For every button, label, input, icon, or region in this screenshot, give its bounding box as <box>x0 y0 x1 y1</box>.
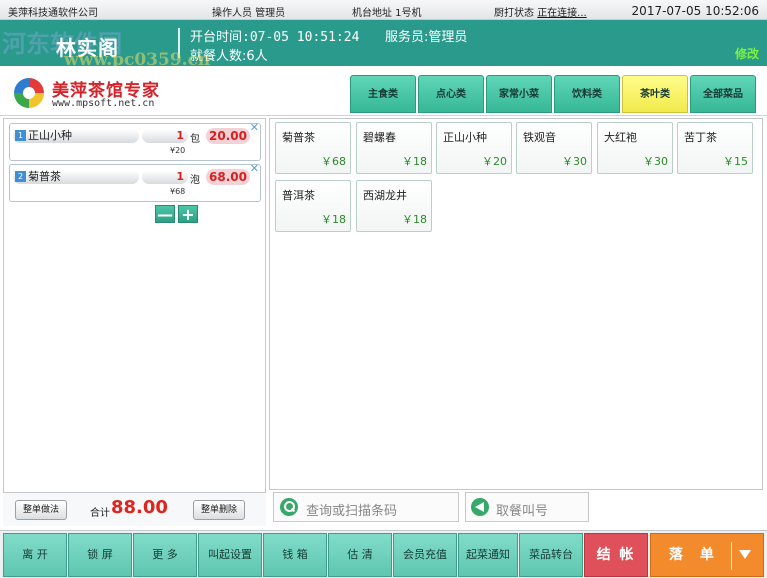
decrease-qty-button[interactable]: — <box>155 205 175 223</box>
order-item-index: 1 <box>15 130 26 141</box>
call-number-button[interactable]: 取餐叫号 <box>465 492 589 522</box>
dish-card[interactable]: 大红袍 ￥30 <box>597 122 673 174</box>
terminal-address: 机台地址 1号机 <box>352 8 422 19</box>
order-item-qty[interactable]: 1 <box>142 129 188 143</box>
dish-name: 正山小种 <box>443 131 487 144</box>
search-placeholder: 查询或扫描条码 <box>306 504 398 519</box>
order-item-index: 2 <box>15 171 26 182</box>
total-value: 88.00 <box>111 497 168 518</box>
checkout-button[interactable]: 结 帐 <box>584 533 648 577</box>
logo-url: www.mpsoft.net.cn <box>52 98 155 109</box>
dish-card[interactable]: 铁观音 ￥30 <box>516 122 592 174</box>
back-arrow-icon <box>471 498 489 516</box>
dish-card[interactable]: 菊普茶 ￥68 <box>275 122 351 174</box>
order-item[interactable]: 1 正山小种 1 包 20.00 ¥20 ✕ <box>9 122 261 161</box>
waiter: 服务员:管理员 <box>385 30 468 45</box>
clock-datetime: 2017-07-05 10:52:06 <box>631 4 759 18</box>
call-number-label: 取餐叫号 <box>496 504 549 519</box>
dish-price: ￥18 <box>402 155 427 168</box>
serve-notify-button[interactable]: 起菜通知 <box>458 533 518 577</box>
close-icon[interactable]: ✕ <box>250 122 259 133</box>
tab-snacks[interactable]: 点心类 <box>418 75 484 113</box>
increase-qty-button[interactable]: + <box>178 205 198 223</box>
dish-price: ￥30 <box>562 155 587 168</box>
order-item-name-pill: 1 正山小种 <box>13 129 139 143</box>
dish-name: 碧螺春 <box>363 131 396 144</box>
search-icon <box>280 498 298 516</box>
open-time: 开台时间:07-05 10:51:24 <box>190 30 360 45</box>
dish-card[interactable]: 苦丁茶 ￥15 <box>677 122 753 174</box>
order-item-price: ¥20 <box>170 146 186 155</box>
order-item-unit: 包 <box>190 134 200 145</box>
order-item-name-pill: 2 菊普茶 <box>13 170 139 184</box>
logo-icon <box>14 78 44 108</box>
member-recharge-button[interactable]: 会员充值 <box>393 533 457 577</box>
order-item-amount: 20.00 <box>206 128 250 144</box>
dish-price: ￥30 <box>643 155 668 168</box>
print-status-value[interactable]: 正在连接... <box>537 8 587 19</box>
company-name: 美萍科技通软件公司 <box>8 8 98 19</box>
total-label: 合计 <box>90 508 110 519</box>
dish-price: ￥18 <box>321 213 346 226</box>
order-panel: 1 正山小种 1 包 20.00 ¥20 ✕ 2 菊普茶 1 泡 68.00 ¥68… <box>3 118 266 526</box>
search-input[interactable]: 查询或扫描条码 <box>273 492 459 522</box>
tab-drinks[interactable]: 饮料类 <box>554 75 620 113</box>
hold-settings-button[interactable]: 叫起设置 <box>198 533 262 577</box>
order-item-price: ¥68 <box>170 187 186 196</box>
kitchen-print-status: 厨打状态 正在连接... <box>494 4 587 19</box>
operator-label: 操作人员 管理员 <box>212 8 286 19</box>
tab-all-dishes[interactable]: 全部菜品 <box>690 75 756 113</box>
dish-price: ￥68 <box>321 155 346 168</box>
sold-out-button[interactable]: 估 清 <box>328 533 392 577</box>
order-item-unit: 泡 <box>190 175 200 186</box>
dish-card[interactable]: 正山小种 ￥20 <box>436 122 512 174</box>
tab-tea[interactable]: 茶叶类 <box>622 75 688 113</box>
order-item-name: 菊普茶 <box>28 170 61 183</box>
whole-method-button[interactable]: 整单做法 <box>15 500 68 520</box>
dish-name: 大红袍 <box>604 131 637 144</box>
dish-name: 普洱茶 <box>282 189 315 202</box>
print-status-label: 厨打状态 <box>494 8 534 19</box>
app-logo: 美萍茶馆专家 www.mpsoft.net.cn <box>14 74 204 110</box>
dish-price: ￥18 <box>402 213 427 226</box>
transfer-dish-button[interactable]: 菜品转台 <box>519 533 583 577</box>
dish-card[interactable]: 西湖龙井 ￥18 <box>356 180 432 232</box>
more-button[interactable]: 更 多 <box>133 533 197 577</box>
dish-name: 菊普茶 <box>282 131 315 144</box>
order-item-amount: 68.00 <box>206 169 250 185</box>
divider <box>731 542 732 570</box>
place-order-label: 落 单 <box>669 547 720 563</box>
function-bar: 离 开 锁 屏 更 多 叫起设置 钱 箱 估 清 会员充值 起菜通知 菜品转台 … <box>0 530 767 578</box>
dish-price: ￥15 <box>723 155 748 168</box>
dish-grid: 菊普茶 ￥68 碧螺春 ￥18 正山小种 ￥20 铁观音 ￥30 大红袍 ￥30 苦丁茶 ￥… <box>269 118 763 490</box>
edit-table-link[interactable]: 修改 <box>735 45 759 62</box>
guest-count: 就餐人数:6人 <box>190 49 268 64</box>
cash-drawer-button[interactable]: 钱 箱 <box>263 533 327 577</box>
dish-name: 西湖龙井 <box>363 189 407 202</box>
dish-name: 铁观音 <box>523 131 556 144</box>
place-order-button[interactable]: 落 单 <box>650 533 764 577</box>
category-bar: 美萍茶馆专家 www.mpsoft.net.cn 主食类 点心类 家常小菜 饮料… <box>0 66 767 116</box>
top-status-bar: 美萍科技通软件公司 操作人员 管理员 机台地址 1号机 厨打状态 正在连接...… <box>0 0 767 20</box>
tab-staple-food[interactable]: 主食类 <box>350 75 416 113</box>
close-icon[interactable]: ✕ <box>250 163 259 174</box>
leave-button[interactable]: 离 开 <box>3 533 67 577</box>
tab-home-dishes[interactable]: 家常小菜 <box>486 75 552 113</box>
order-footer: 整单做法 合计 88.00 整单删除 <box>3 492 266 526</box>
dish-name: 苦丁茶 <box>684 131 717 144</box>
chevron-down-icon[interactable] <box>739 550 751 559</box>
table-info-bar: 河东软件园 林实阁 开台时间:07-05 10:51:24 服务员:管理员 就餐… <box>0 20 767 70</box>
dish-card[interactable]: 普洱茶 ￥18 <box>275 180 351 232</box>
dish-price: ￥20 <box>482 155 507 168</box>
order-item-qty[interactable]: 1 <box>142 170 188 184</box>
lock-screen-button[interactable]: 锁 屏 <box>68 533 132 577</box>
table-name: 林实阁 <box>56 36 119 60</box>
dish-card[interactable]: 碧螺春 ￥18 <box>356 122 432 174</box>
search-bar: 查询或扫描条码 取餐叫号 <box>269 490 763 526</box>
order-item-name: 正山小种 <box>28 129 72 142</box>
divider <box>178 28 180 58</box>
order-item[interactable]: 2 菊普茶 1 泡 68.00 ¥68 ✕ <box>9 163 261 202</box>
whole-delete-button[interactable]: 整单删除 <box>193 500 246 520</box>
